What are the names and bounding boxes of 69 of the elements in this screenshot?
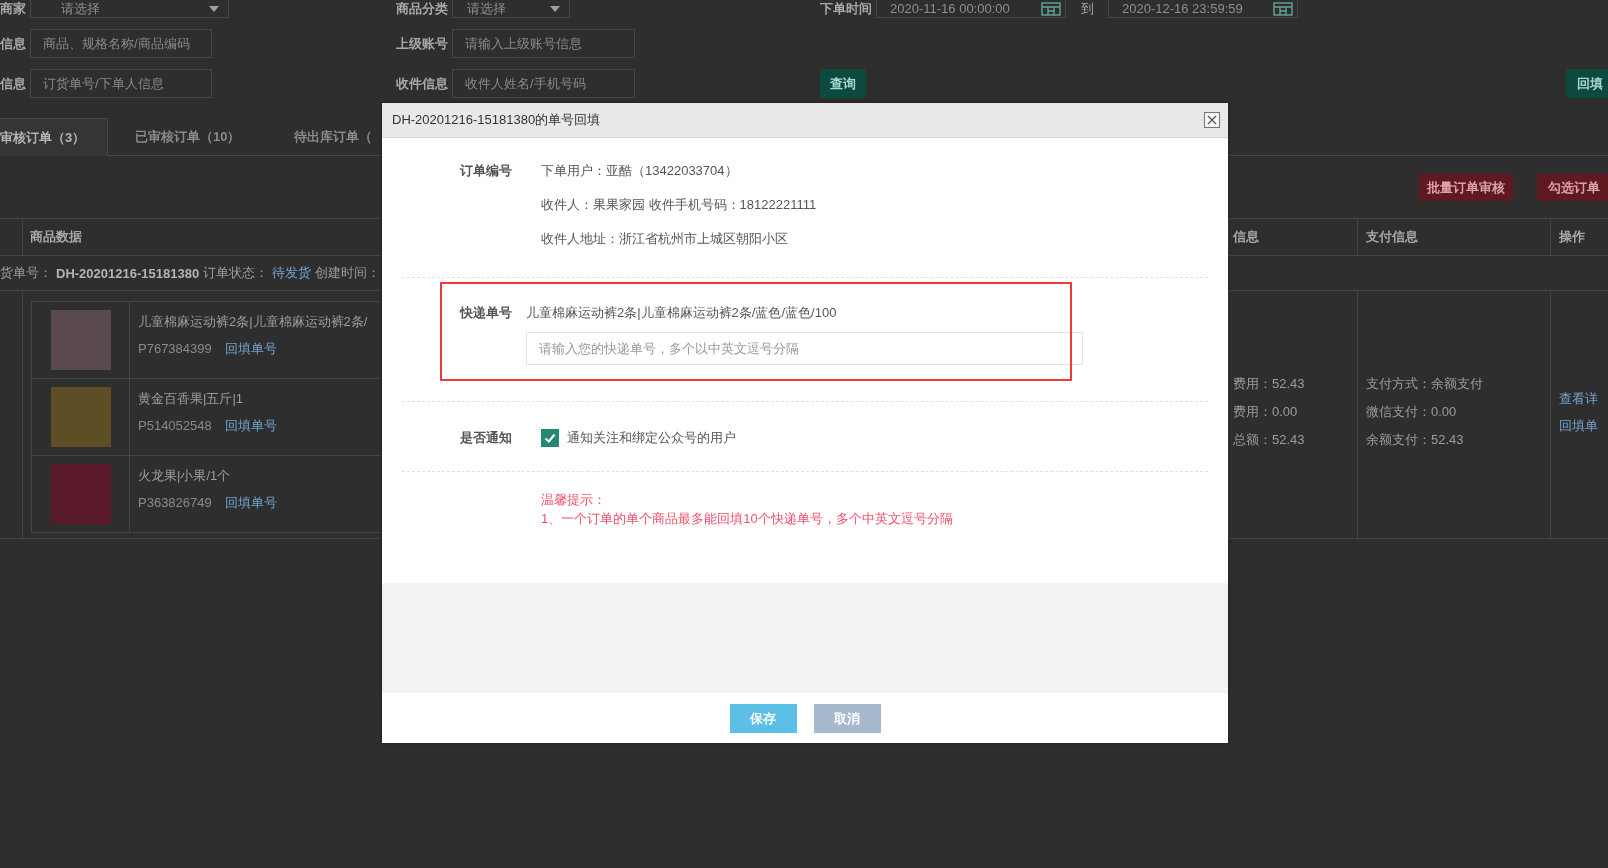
photo-placeholder: [50, 387, 111, 447]
calendar-icon: [1273, 1, 1293, 16]
fill-in-link[interactable]: 回填单号: [224, 339, 277, 359]
created-time-label: 创建时间：: [315, 264, 381, 282]
info-text: 下单用户：亚酷（13422033704）: [541, 162, 739, 180]
field-label: 上级账号: [395, 34, 449, 53]
field-label: 信息: [0, 34, 27, 53]
action-button[interactable]: 查询: [820, 69, 866, 98]
product-code: P363826749: [138, 494, 212, 512]
operation-link[interactable]: 回填单: [1559, 411, 1608, 439]
action-button[interactable]: 回填: [1566, 69, 1608, 98]
column-header: 操作: [1559, 228, 1585, 246]
field-label: 信息: [0, 74, 27, 93]
date-field[interactable]: 2020-12-16 23:59:59: [1108, 0, 1298, 18]
column-header: 支付信息: [1366, 228, 1418, 246]
input-field[interactable]: 请输入上级账号信息: [452, 29, 635, 58]
field-label: 快递单号: [460, 304, 513, 322]
fee-text: 费用：52.43: [1233, 374, 1306, 393]
photo-placeholder: [50, 310, 111, 370]
field-label: 商家: [0, 0, 27, 18]
operation-link[interactable]: 查看详: [1559, 384, 1608, 412]
product-code: P767384399: [138, 340, 212, 358]
action-button[interactable]: 批量订单审核: [1419, 174, 1513, 201]
fill-in-link[interactable]: 回填单号: [224, 493, 277, 513]
calendar-icon: [1041, 1, 1061, 16]
date-field[interactable]: 2020-11-16 00:00:00: [876, 0, 1066, 18]
payment-text: 支付方式：余额支付: [1366, 374, 1484, 393]
info-text: 收件人地址：浙江省杭州市上城区朝阳小区: [541, 230, 789, 248]
field-label: 是否通知: [460, 429, 513, 447]
payment-text: 余额支付：52.43: [1366, 430, 1465, 449]
field-label: 收件信息: [395, 74, 449, 93]
checkbox-label: 通知关注和绑定公众号的用户: [567, 429, 736, 447]
field-label: 商品分类: [395, 0, 449, 18]
range-separator: 到: [1079, 0, 1095, 18]
input-field[interactable]: 收件人姓名/手机号码: [452, 69, 635, 98]
product-name: 儿童棉麻运动裤2条|儿童棉麻运动裤2条/蓝色/蓝色/100: [526, 304, 838, 322]
tip-title: 温馨提示：: [541, 491, 607, 509]
fee-text: 费用：0.00: [1233, 402, 1299, 421]
product-name: 火龙果|小果/1个: [138, 467, 232, 485]
input-field[interactable]: 商品、规格名称/商品编码: [30, 29, 212, 58]
input-field[interactable]: 订货单号/下单人信息: [30, 69, 212, 98]
tracking-number-field[interactable]: 请输入您的快递单号，多个以中英文逗号分隔: [526, 332, 1083, 365]
caret-icon: [209, 5, 219, 12]
caret-icon: [550, 5, 560, 12]
fee-text: 总额：52.43: [1233, 430, 1306, 449]
field-label: 订单编号: [460, 162, 513, 180]
order-number: DH-20201216-15181380: [56, 265, 200, 281]
photo-placeholder: [50, 464, 111, 524]
select-field[interactable]: 请选择: [30, 0, 229, 18]
field-label: 下单时间: [820, 0, 873, 18]
dialog-title: DH-20201216-15181380的单号回填: [392, 111, 601, 129]
product-name: 黄金百香果|五斤|1: [138, 390, 244, 408]
tab[interactable]: 审核订单（3）: [0, 118, 108, 156]
order-status: 待发货: [272, 264, 312, 282]
column-header: 商品数据: [30, 228, 82, 246]
order-number-label: 货单号：: [0, 264, 52, 282]
column-header: 信息: [1233, 228, 1259, 246]
action-button[interactable]: 勾选订单: [1537, 174, 1608, 201]
checkbox[interactable]: [541, 429, 559, 447]
tip-text: 1、一个订单的单个商品最多能回填10个快递单号，多个中英文逗号分隔: [541, 510, 954, 528]
tab[interactable]: 已审核订单（10）: [108, 118, 268, 155]
select-field[interactable]: 请选择: [452, 0, 570, 18]
product-code: P514052548: [138, 417, 212, 435]
info-text: 收件人：果果家园 收件手机号码：18122221111: [541, 196, 817, 214]
product-name: 儿童棉麻运动裤2条|儿童棉麻运动裤2条/: [138, 313, 368, 331]
fill-in-link[interactable]: 回填单号: [224, 416, 277, 436]
order-status-label: 订单状态：: [203, 264, 269, 282]
payment-text: 微信支付：0.00: [1366, 402, 1458, 421]
close-icon[interactable]: [1204, 112, 1220, 128]
